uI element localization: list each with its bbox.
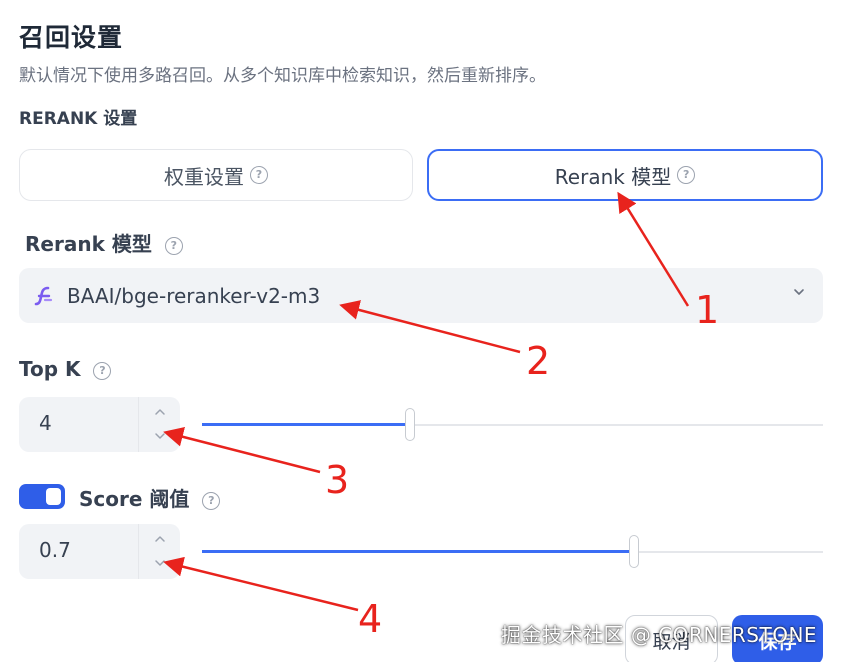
slider-handle[interactable] [629, 535, 639, 568]
tab-rerank-model[interactable]: Rerank 模型 ? [427, 149, 823, 201]
top-k-value[interactable]: 4 [39, 411, 52, 435]
annotation-number-3: 3 [325, 458, 350, 502]
score-threshold-input[interactable]: 0.7 [19, 524, 180, 579]
slider-handle[interactable] [405, 408, 415, 441]
score-threshold-value[interactable]: 0.7 [39, 538, 71, 562]
page-subtitle: 默认情况下使用多路召回。从多个知识库中检索知识，然后重新排序。 [19, 66, 546, 86]
model-provider-icon [34, 286, 53, 305]
tab-weight-settings[interactable]: 权重设置 ? [19, 149, 413, 201]
slider-fill [202, 550, 634, 553]
score-threshold-slider[interactable] [202, 532, 823, 572]
help-icon[interactable]: ? [93, 361, 112, 380]
annotation-number-2: 2 [526, 339, 551, 383]
score-threshold-toggle[interactable] [19, 484, 65, 509]
toggle-knob [46, 488, 61, 505]
recall-settings-panel: 召回设置 默认情况下使用多路召回。从多个知识库中检索知识，然后重新排序。 RER… [0, 0, 852, 662]
top-k-input[interactable]: 4 [19, 397, 180, 452]
chevron-down-icon[interactable] [793, 286, 805, 298]
score-threshold-stepper [138, 524, 181, 579]
increment-icon[interactable] [151, 403, 169, 421]
rerank-model-label: Rerank 模型 ? [25, 228, 183, 257]
rerank-model-label-text: Rerank 模型 [25, 232, 152, 256]
tab-rerank-model-label: Rerank 模型 [554, 164, 672, 189]
watermark: 掘金技术社区 @ CORNERSTONE [501, 623, 818, 647]
score-threshold-label: Score 阈值 ? [79, 483, 221, 512]
top-k-slider[interactable] [202, 405, 823, 445]
help-icon[interactable]: ? [164, 236, 183, 255]
top-k-label-text: Top K [19, 357, 81, 381]
top-k-stepper [138, 397, 181, 452]
help-icon[interactable]: ? [677, 166, 696, 184]
annotation-number-4: 4 [358, 597, 383, 641]
rerank-model-value: BAAI/bge-reranker-v2-m3 [67, 283, 321, 308]
annotation-number-1: 1 [695, 288, 720, 332]
page-title: 召回设置 [19, 23, 124, 52]
increment-icon[interactable] [151, 530, 169, 548]
rerank-section-label: RERANK 设置 [19, 109, 138, 129]
tab-weight-settings-label: 权重设置 [164, 164, 244, 189]
help-icon[interactable]: ? [202, 491, 221, 510]
slider-fill [202, 423, 410, 426]
decrement-icon[interactable] [151, 427, 169, 445]
help-icon[interactable]: ? [250, 166, 268, 184]
top-k-label: Top K ? [19, 357, 112, 381]
score-threshold-label-text: Score 阈值 [79, 487, 190, 511]
decrement-icon[interactable] [151, 554, 169, 572]
